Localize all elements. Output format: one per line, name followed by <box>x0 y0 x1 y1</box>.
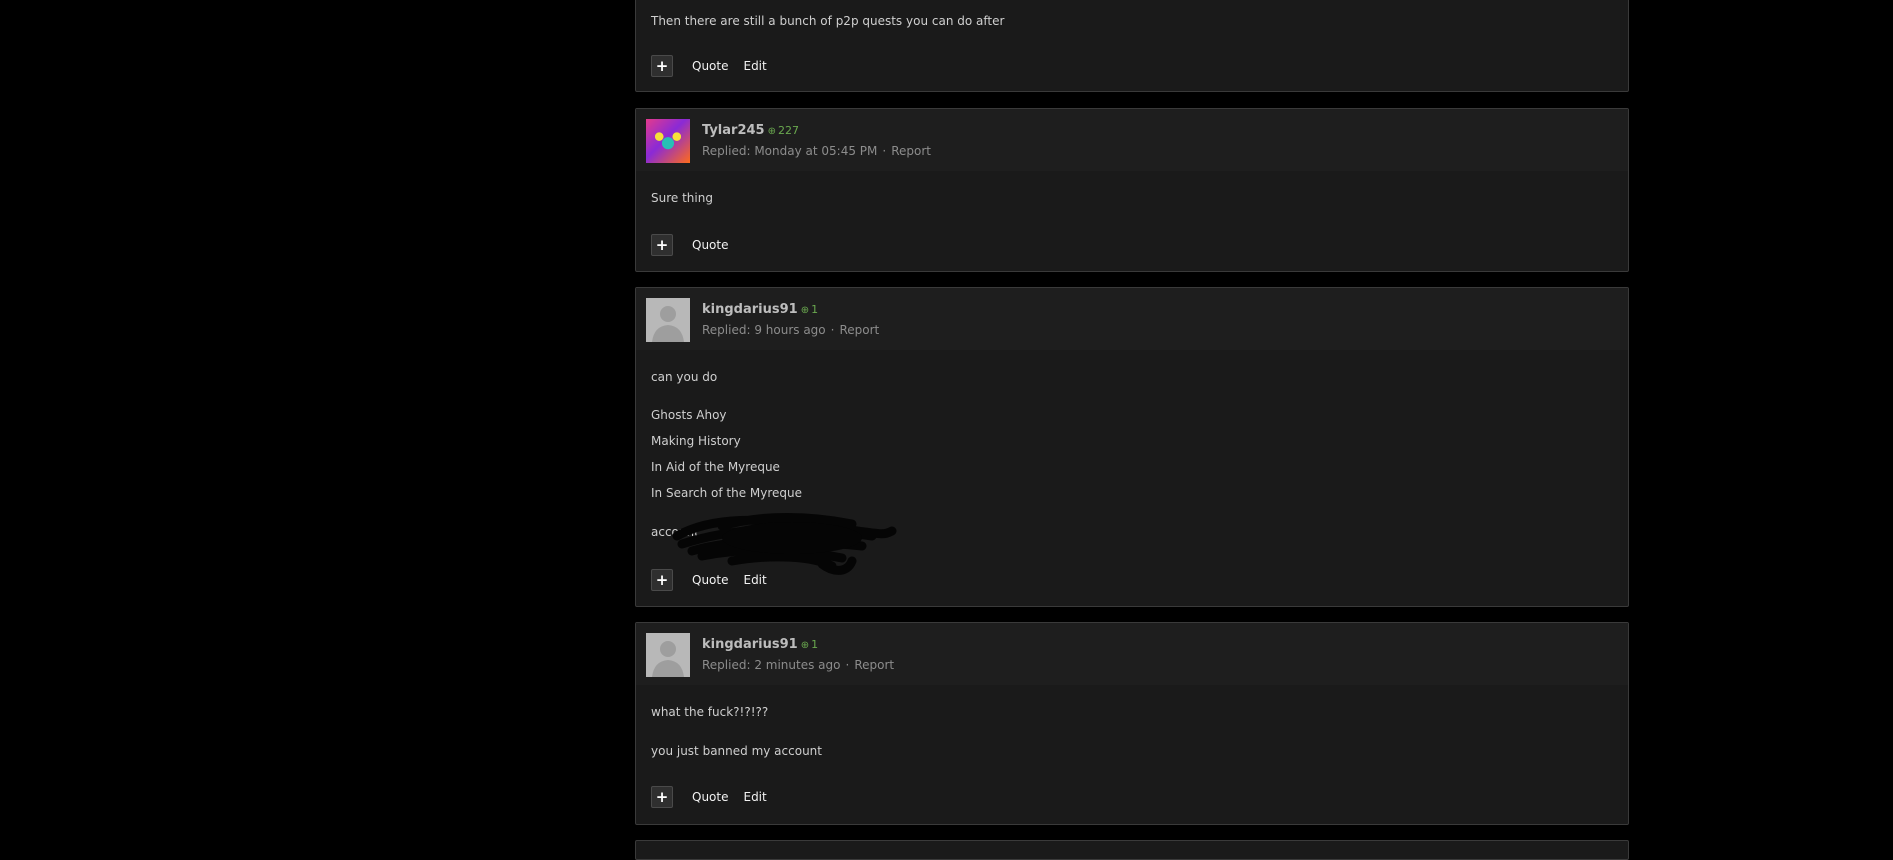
reputation-badge: ⊕ 1 <box>800 303 819 316</box>
post-text: In Search of the Myreque <box>651 486 803 500</box>
rep-circle-icon: ⊕ <box>800 640 810 651</box>
replied-time: Replied: Monday at 05:45 PM <box>702 144 878 158</box>
username-link[interactable]: kingdarius91 <box>702 637 798 652</box>
plus-icon[interactable]: + <box>651 55 673 77</box>
post-body: Then there are still a bunch of p2p ques… <box>636 0 1628 29</box>
plus-icon[interactable]: + <box>651 786 673 808</box>
post-header: kingdarius91 ⊕ 1 Replied: 9 hours ago · Repo… <box>636 288 1628 350</box>
post-text: Ghosts Ahoy <box>651 408 727 422</box>
post-text: you just banned my account <box>651 744 822 758</box>
reputation-badge: ⊕ 1 <box>800 638 819 651</box>
edit-button[interactable]: Edit <box>743 790 766 804</box>
plus-icon[interactable]: + <box>651 569 673 591</box>
post-text: In Aid of the Myreque <box>651 460 780 474</box>
default-avatar-icon <box>646 298 690 342</box>
avatar[interactable] <box>646 298 690 342</box>
quote-button[interactable]: Quote <box>692 238 728 252</box>
post-header: Tylar245 ⊕ 227 Replied: Monday at 05:45 PM… <box>636 109 1628 171</box>
post-meta: Replied: 2 minutes ago · Report <box>702 658 894 672</box>
edit-button[interactable]: Edit <box>743 59 766 73</box>
post-actions: + Quote <box>651 233 728 257</box>
separator-dot: · <box>845 658 850 672</box>
post-text: Then there are still a bunch of p2p ques… <box>651 14 1005 28</box>
report-link[interactable]: Report <box>891 144 931 158</box>
rep-circle-icon: ⊕ <box>767 126 776 137</box>
separator-dot: · <box>882 144 887 158</box>
quote-button[interactable]: Quote <box>692 790 728 804</box>
post-text: Making History <box>651 434 741 448</box>
quote-button[interactable]: Quote <box>692 59 728 73</box>
rep-circle-icon: ⊕ <box>800 305 810 316</box>
post-text: Sure thing <box>651 191 713 205</box>
separator-dot: · <box>830 323 835 337</box>
default-avatar-icon <box>646 633 690 677</box>
replied-time: Replied: 9 hours ago <box>702 323 826 337</box>
avatar[interactable] <box>646 633 690 677</box>
plus-icon[interactable]: + <box>651 234 673 256</box>
post-actions: + Quote Edit <box>651 54 767 78</box>
post: Then there are still a bunch of p2p ques… <box>635 0 1629 92</box>
report-link[interactable]: Report <box>839 323 879 337</box>
username-link[interactable]: Tylar245 <box>702 123 765 138</box>
post-text: what the fuck?!?!?? <box>651 705 769 719</box>
post: kingdarius91 ⊕ 1 Replied: 2 minutes ago · Re… <box>635 622 1629 825</box>
post-header: kingdarius91 ⊕ 1 Replied: 2 minutes ago · Re… <box>636 623 1628 685</box>
post-actions: + Quote Edit <box>651 785 767 809</box>
post-body: what the fuck?!?!?? you just banned my a… <box>636 685 1628 759</box>
avatar[interactable] <box>646 119 690 163</box>
post: Tylar245 ⊕ 227 Replied: Monday at 05:45 PM… <box>635 108 1629 272</box>
post-meta: Replied: 9 hours ago · Report <box>702 323 879 337</box>
post-meta: Replied: Monday at 05:45 PM · Report <box>702 144 931 158</box>
post <box>635 840 1629 860</box>
username-link[interactable]: kingdarius91 <box>702 302 798 317</box>
post-text: can you do <box>651 370 718 384</box>
reputation-badge: ⊕ 227 <box>767 124 799 137</box>
redaction-scribble <box>672 513 897 575</box>
replied-time: Replied: 2 minutes ago <box>702 658 841 672</box>
report-link[interactable]: Report <box>854 658 894 672</box>
post-body: Sure thing <box>636 171 1628 206</box>
